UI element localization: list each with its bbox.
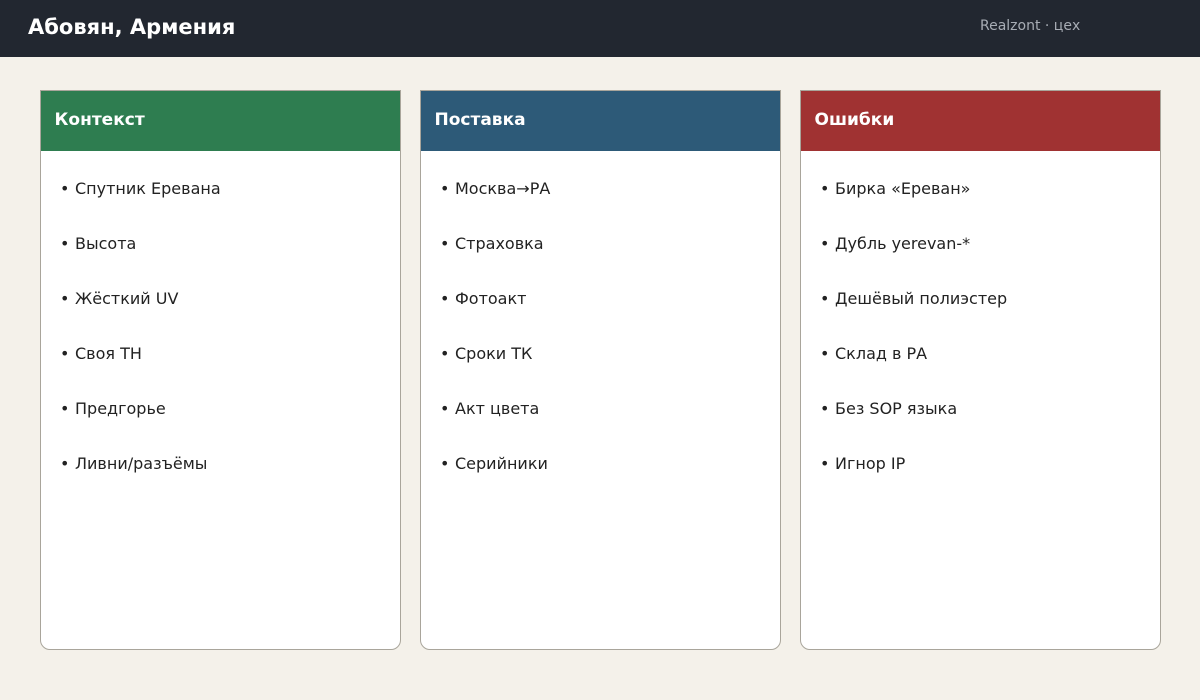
bullet-icon: •: [440, 288, 450, 308]
bullet-icon: •: [60, 343, 70, 363]
list-item: • Бирка «Ереван»: [820, 167, 1160, 222]
list-item-label: Высота: [75, 233, 137, 253]
bullet-icon: •: [60, 288, 70, 308]
bullet-icon: •: [440, 343, 450, 363]
list-item: • Спутник Еревана: [60, 167, 400, 222]
list-item: • Предгорье: [60, 387, 400, 442]
card-supply-header: Поставка: [421, 91, 780, 151]
list-item: • Жёсткий UV: [60, 277, 400, 332]
bullet-icon: •: [60, 398, 70, 418]
card-context-list: • Спутник Еревана • Высота • Жёсткий UV • Св…: [41, 151, 400, 497]
bullet-icon: •: [440, 178, 450, 198]
card-supply-list: • Москва→РА • Страховка • Фотоакт • Сроки ТК…: [421, 151, 780, 497]
list-item: • Своя ТН: [60, 332, 400, 387]
list-item-label: Склад в РА: [835, 343, 928, 363]
bullet-icon: •: [440, 233, 450, 253]
bullet-icon: •: [440, 398, 450, 418]
list-item: • Дубль yerevan-*: [820, 222, 1160, 277]
list-item-label: Дешёвый полиэстер: [835, 288, 1008, 308]
bullet-icon: •: [820, 233, 830, 253]
list-item-label: Бирка «Ереван»: [835, 178, 971, 198]
list-item: • Сроки ТК: [440, 332, 780, 387]
list-item-label: Своя ТН: [75, 343, 142, 363]
bullet-icon: •: [440, 453, 450, 473]
list-item: • Москва→РА: [440, 167, 780, 222]
list-item-label: Игнор IP: [835, 453, 906, 473]
list-item: • Фотоакт: [440, 277, 780, 332]
header-meta: Realzont · цех: [980, 18, 1081, 34]
list-item-label: Акт цвета: [455, 398, 540, 418]
list-item-label: Ливни/разъёмы: [75, 453, 208, 473]
list-item: • Ливни/разъёмы: [60, 442, 400, 497]
bullet-icon: •: [820, 453, 830, 473]
list-item-label: Фотоакт: [455, 288, 527, 308]
list-item-label: Москва→РА: [455, 178, 551, 198]
list-item-label: Дубль yerevan-*: [835, 233, 971, 253]
list-item-label: Предгорье: [75, 398, 166, 418]
card-errors-header: Ошибки: [801, 91, 1160, 151]
top-bar: Абовян, Армения Realzont · цех: [0, 0, 1200, 57]
list-item-label: Без SOP языка: [835, 398, 958, 418]
bullet-icon: •: [60, 233, 70, 253]
list-item: • Дешёвый полиэстер: [820, 277, 1160, 332]
bullet-icon: •: [820, 178, 830, 198]
card-errors: Ошибки • Бирка «Ереван» • Дубль yerevan-* …: [800, 90, 1161, 650]
list-item-label: Жёсткий UV: [75, 288, 179, 308]
card-supply: Поставка • Москва→РА • Страховка • Фотоакт …: [420, 90, 781, 650]
list-item: • Страховка: [440, 222, 780, 277]
card-context-header: Контекст: [41, 91, 400, 151]
bullet-icon: •: [60, 178, 70, 198]
list-item: • Без SOP языка: [820, 387, 1160, 442]
list-item: • Высота: [60, 222, 400, 277]
bullet-icon: •: [820, 398, 830, 418]
list-item-label: Серийники: [455, 453, 548, 473]
list-item-label: Сроки ТК: [455, 343, 533, 363]
bullet-icon: •: [820, 343, 830, 363]
list-item: • Серийники: [440, 442, 780, 497]
page-title: Абовян, Армения: [28, 15, 236, 39]
list-item-label: Спутник Еревана: [75, 178, 221, 198]
list-item: • Акт цвета: [440, 387, 780, 442]
card-errors-title: Ошибки: [814, 110, 895, 130]
card-supply-title: Поставка: [434, 110, 526, 130]
bullet-icon: •: [820, 288, 830, 308]
list-item-label: Страховка: [455, 233, 544, 253]
card-context: Контекст • Спутник Еревана • Высота • Жёстк…: [40, 90, 401, 650]
card-context-title: Контекст: [54, 110, 145, 130]
bullet-icon: •: [60, 453, 70, 473]
list-item: • Склад в РА: [820, 332, 1160, 387]
card-errors-list: • Бирка «Ереван» • Дубль yerevan-* • Дешёвы…: [801, 151, 1160, 497]
list-item: • Игнор IP: [820, 442, 1160, 497]
